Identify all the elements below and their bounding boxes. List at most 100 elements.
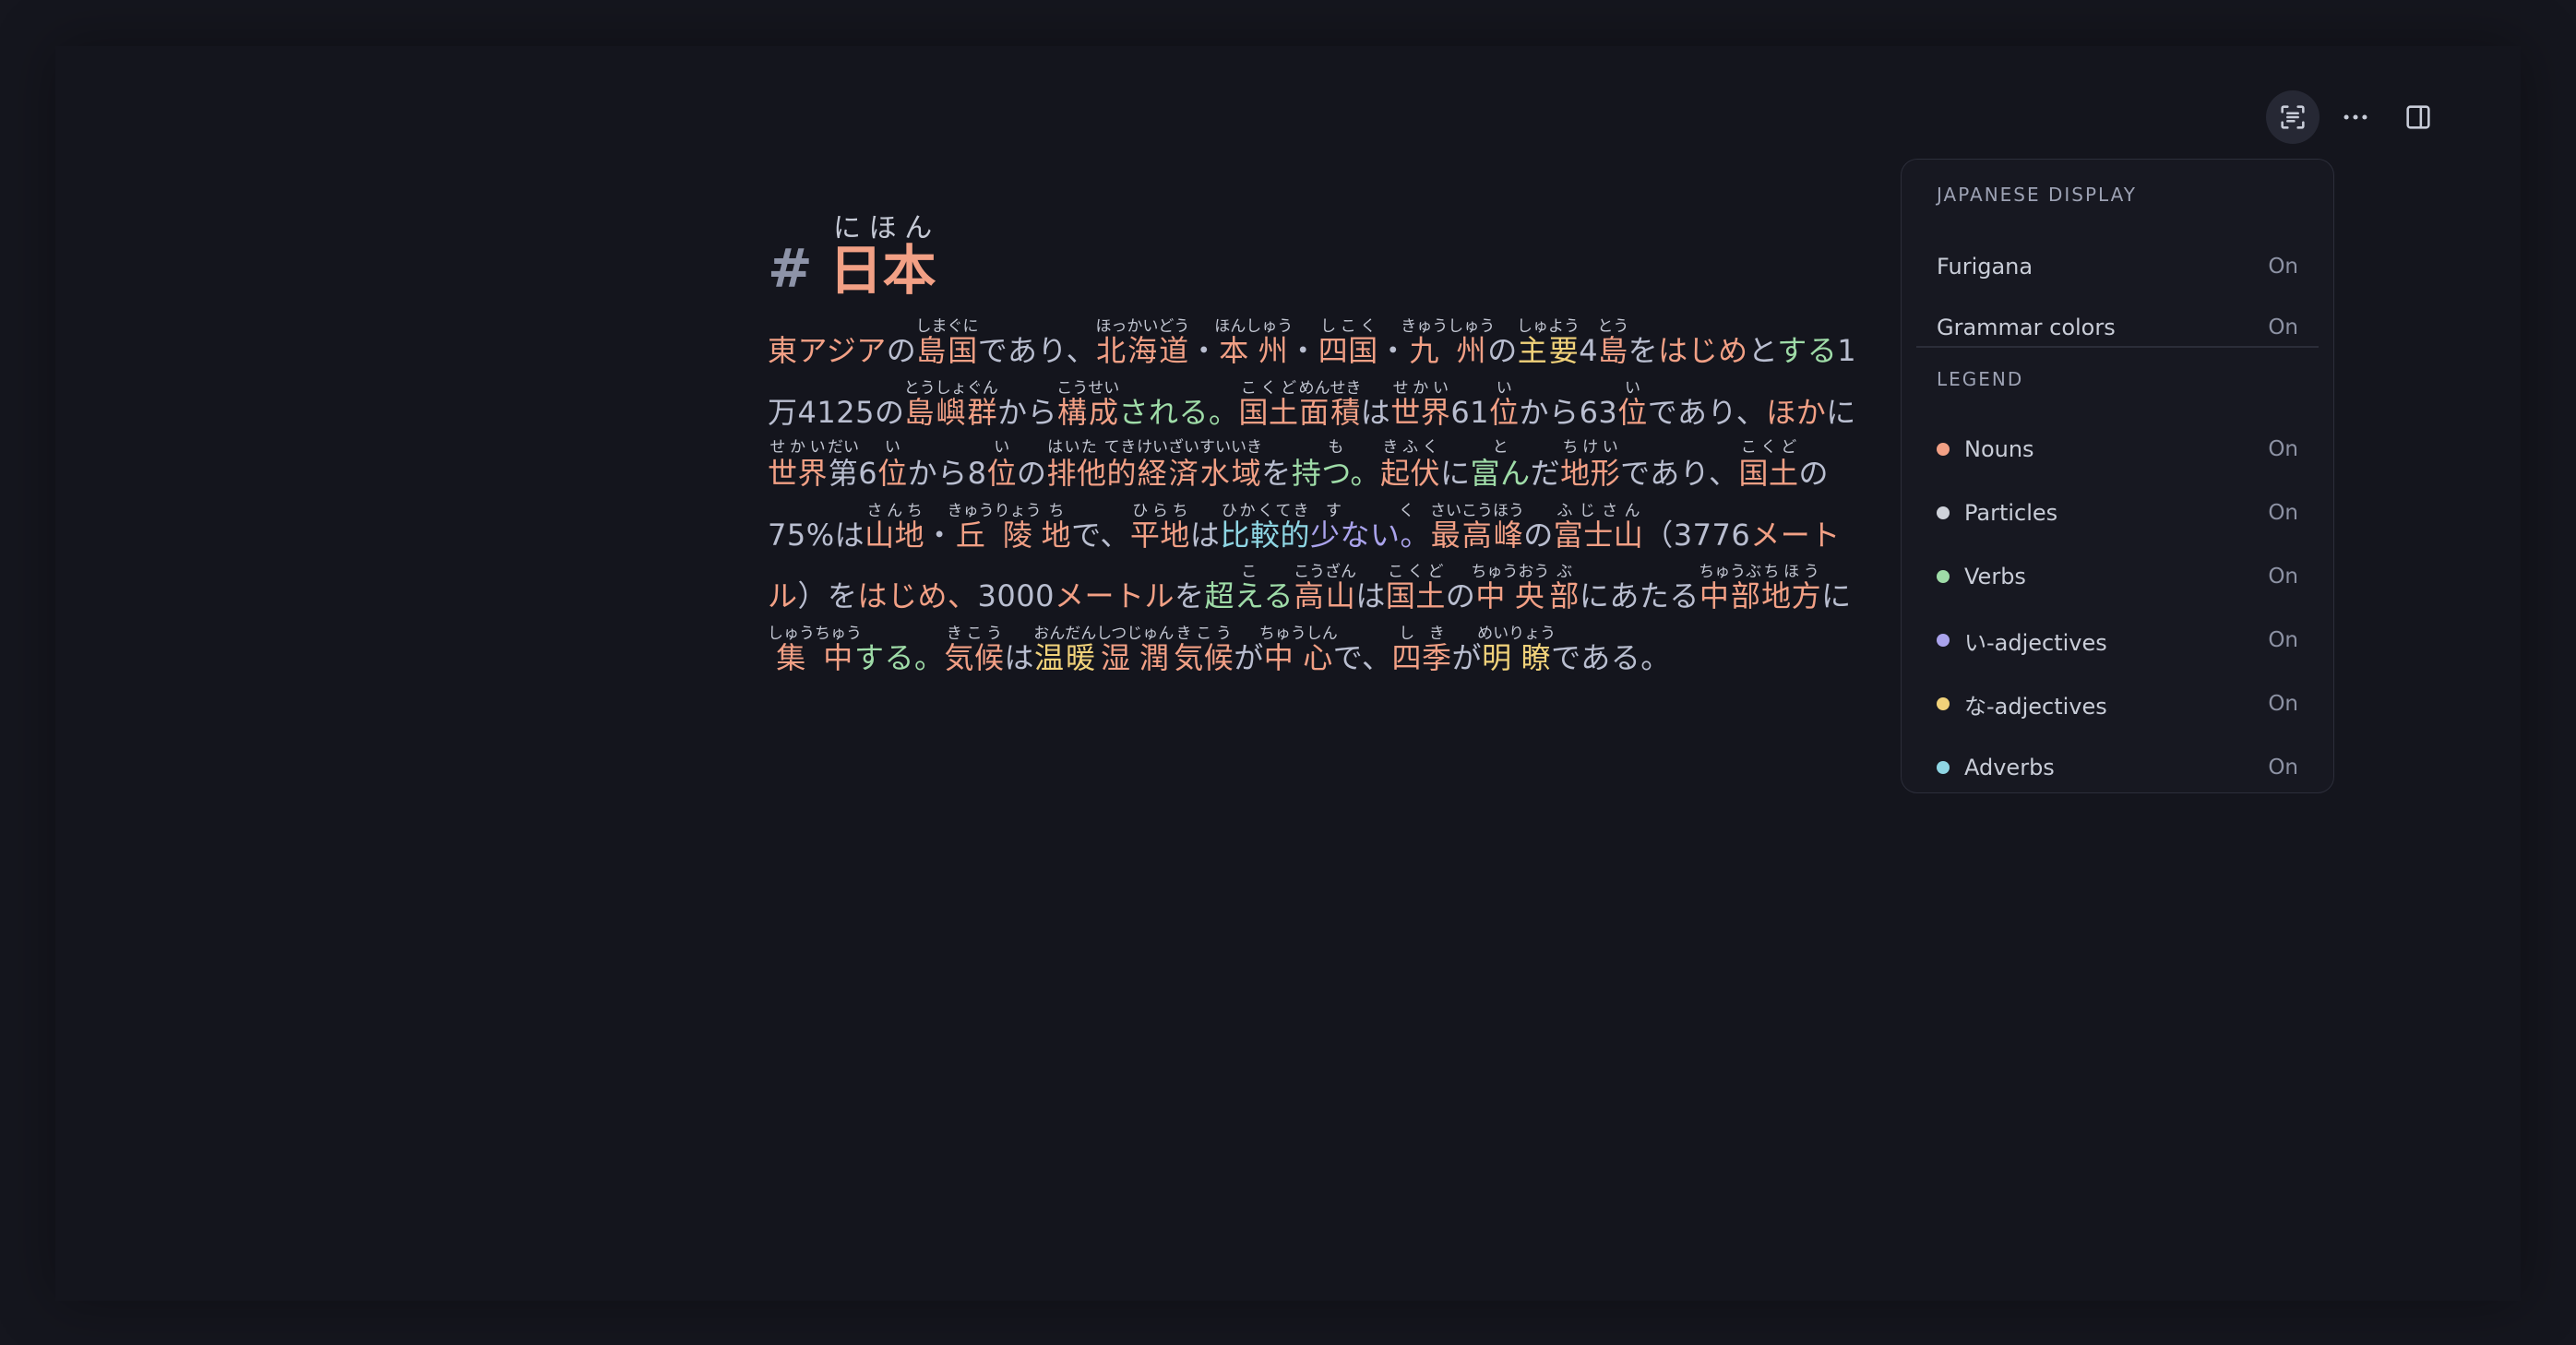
more-icon[interactable] [2329,90,2382,144]
word-token[interactable]: 61 [1450,395,1489,430]
toggle-furigana[interactable]: Furigana On [1937,248,2298,285]
word-token[interactable]: の [1799,456,1830,491]
word-token[interactable]: 位い [877,438,908,491]
word-token[interactable]: 島国しまぐに [916,317,979,368]
word-token[interactable]: 高山こうざん [1294,563,1356,613]
word-token[interactable]: 気候きこう [1174,625,1234,675]
word-token[interactable]: ）を [798,578,858,613]
word-token[interactable]: 位い [1617,379,1648,430]
word-token[interactable]: 地形ちけい [1560,438,1620,491]
word-token[interactable]: 島とう [1597,317,1628,368]
word-token[interactable]: は [1361,395,1391,430]
word-token[interactable]: と [1748,333,1778,368]
word-token[interactable]: 東アジア [768,333,887,368]
word-token[interactable]: に [1440,456,1471,491]
word-token[interactable]: の [1487,333,1518,368]
word-token[interactable]: する。 [854,640,945,675]
word-token[interactable]: 北海道ほっかいどう [1095,317,1189,368]
legend-item-particles[interactable]: Particles On [1937,494,2298,531]
word-token[interactable]: 中心ちゅうしん [1259,625,1338,675]
word-token[interactable]: 世界せかい [768,438,828,491]
word-token[interactable]: 国土こくど [1239,379,1299,430]
word-token[interactable]: 75% [768,518,835,553]
word-token[interactable]: の [1523,518,1554,553]
word-token[interactable]: メートル [1055,578,1175,613]
word-token[interactable]: の [875,395,905,430]
word-token[interactable]: は [1190,518,1221,553]
word-token[interactable]: だ [1531,456,1561,491]
word-token[interactable]: から [997,395,1057,430]
word-token[interactable]: であり、 [1648,395,1766,430]
word-token[interactable]: 部ぶ [1549,563,1580,613]
word-token[interactable]: 起伏きふく [1380,438,1440,491]
word-token[interactable]: 位い [1489,379,1520,430]
word-token[interactable]: 国土こくど [1386,563,1446,613]
word-token[interactable]: する [1777,333,1837,368]
word-token[interactable]: で、 [1071,518,1130,553]
word-token[interactable]: 中部ちゅうぶ [1699,563,1761,613]
word-token[interactable]: 国土こくど [1739,438,1799,491]
word-token[interactable]: を [1628,333,1659,368]
word-token[interactable]: 少ない。すく [1310,502,1430,553]
word-token[interactable]: は [1005,640,1035,675]
word-token[interactable]: ほか [1766,395,1826,430]
word-token[interactable]: （3776 [1643,518,1750,553]
word-token[interactable]: 九州きゅうしゅう [1401,317,1495,368]
word-token[interactable]: ・ [1288,333,1318,368]
legend-item-i-adjectives[interactable]: い-adjectives On [1937,622,2298,659]
word-token[interactable]: の [1017,456,1047,491]
word-token[interactable]: 構成こうせい [1056,379,1119,430]
word-token[interactable]: はじめ、 [858,578,978,613]
word-token[interactable]: される。 [1119,395,1239,430]
word-token[interactable]: は [835,518,865,553]
word-token[interactable]: 水域すいいき [1199,438,1262,491]
legend-item-nouns[interactable]: Nouns On [1937,431,2298,468]
word-token[interactable]: 第だい [828,438,859,491]
word-token[interactable]: 排他的はいた てき [1047,438,1138,491]
legend-item-adverbs[interactable]: Adverbs On [1937,749,2298,786]
word-token[interactable]: 3000 [978,578,1055,613]
word-token[interactable]: 経済けいざい [1137,438,1199,491]
word-token[interactable]: 平地ひらち [1130,502,1190,553]
word-token[interactable]: 8 [968,456,987,491]
word-token[interactable]: を [1175,578,1205,613]
word-token[interactable]: 群ぐん [967,379,998,430]
word-token[interactable]: であり、 [1620,456,1738,491]
word-token[interactable]: はじめ [1658,333,1748,368]
legend-item-verbs[interactable]: Verbs On [1937,558,2298,595]
word-token[interactable]: 湿潤しつじゅん [1096,625,1174,675]
word-token[interactable]: 本州ほんしゅう [1214,317,1293,368]
word-token[interactable]: は [1355,578,1386,613]
sidebar-toggle-icon[interactable] [2391,90,2445,144]
word-token[interactable]: 温暖おんだん [1033,625,1096,675]
word-token[interactable]: 面積めんせき [1299,379,1362,430]
word-token[interactable]: 超えるこ [1205,563,1294,613]
word-token[interactable]: 4 [1579,333,1598,368]
word-token[interactable]: にあたる [1580,578,1699,613]
word-token[interactable]: 気候きこう [945,625,1005,675]
word-token[interactable]: 世界せかい [1390,379,1450,430]
word-token[interactable]: である。 [1551,640,1671,675]
word-token[interactable]: で、 [1333,640,1392,675]
word-token[interactable]: 丘陵きゅうりょう [948,502,1042,553]
text-recognition-icon[interactable] [2266,90,2320,144]
legend-item-na-adjectives[interactable]: な-adjectives On [1937,685,2298,722]
word-token[interactable]: から [1520,395,1580,430]
word-token[interactable]: 島嶼とうしょ [904,379,967,430]
word-token[interactable]: に [1826,395,1856,430]
word-token[interactable]: 持つ。も [1292,438,1380,491]
word-token[interactable]: 位い [987,438,1018,491]
word-token[interactable]: 6 [858,456,877,491]
word-token[interactable]: 四国しこく [1318,317,1378,368]
word-token[interactable]: 地方ちほう [1761,563,1821,613]
word-token[interactable]: 四季しき [1392,625,1452,675]
word-token[interactable]: 山地さんち [865,502,924,553]
word-token[interactable]: 富士山ふじさん [1554,502,1644,553]
word-token[interactable]: 比較的ひかくてき [1220,502,1310,553]
word-token[interactable]: を [1261,456,1292,491]
word-token[interactable]: であり、 [978,333,1096,368]
word-token[interactable]: に [1821,578,1852,613]
word-token[interactable]: の [887,333,917,368]
word-token[interactable]: 地ち [1042,502,1072,553]
word-token[interactable]: 明瞭めいりょう [1477,625,1556,675]
